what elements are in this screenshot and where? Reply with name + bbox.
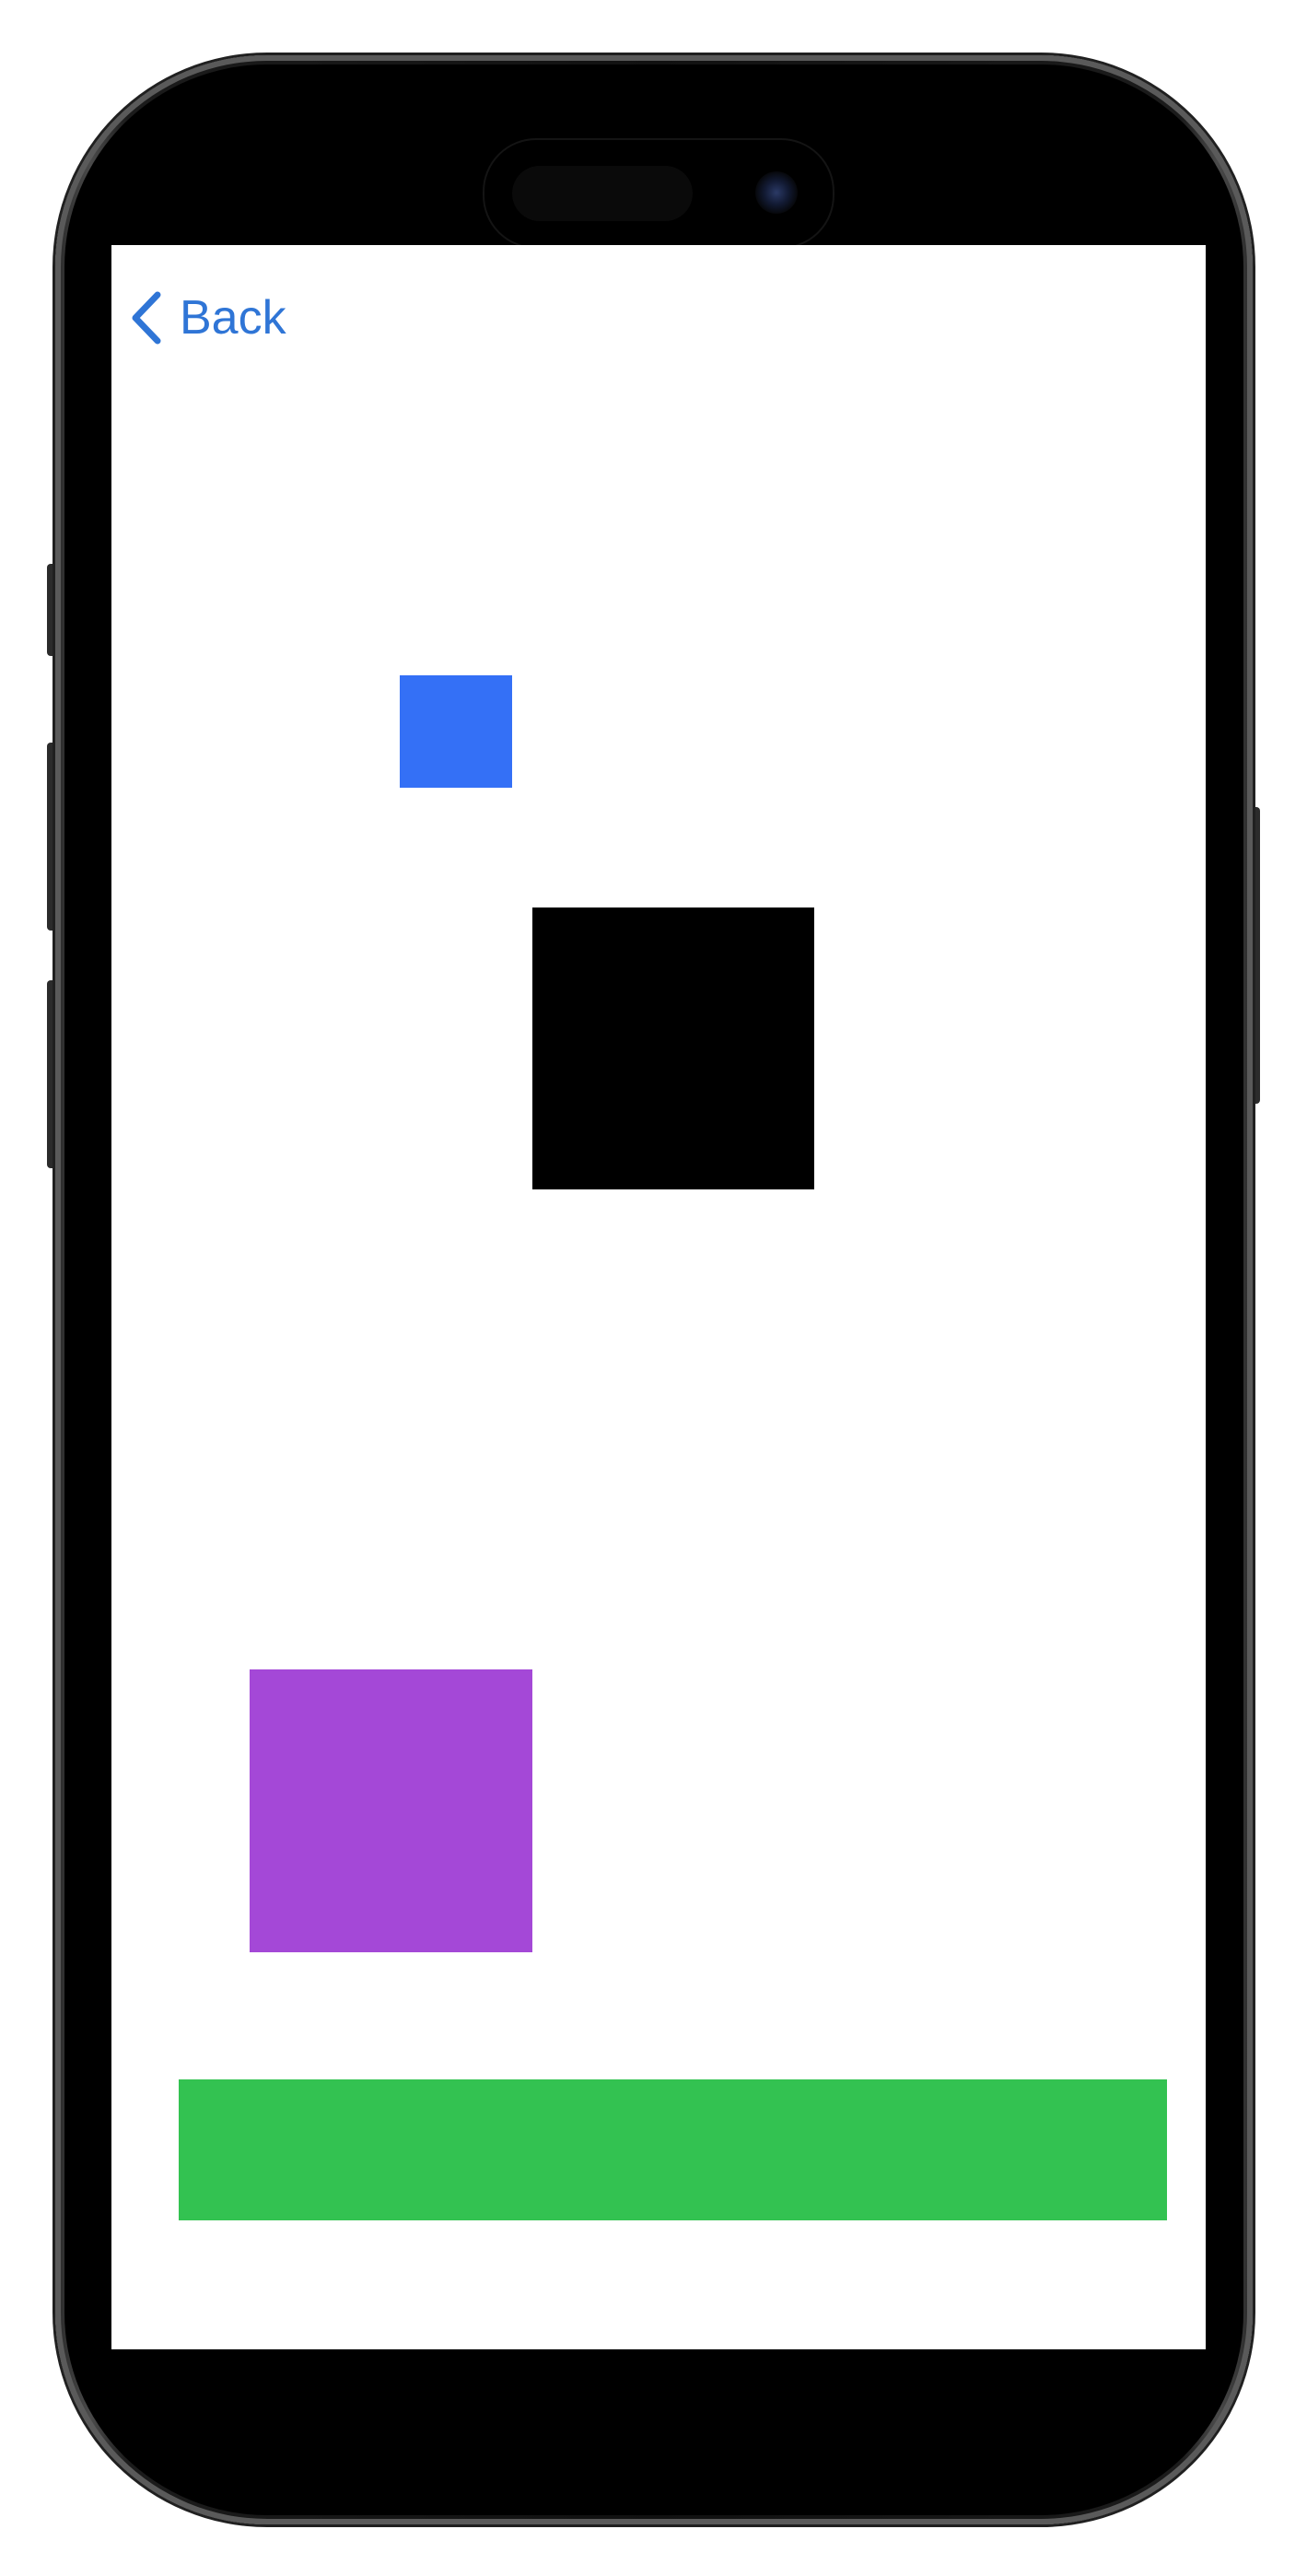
dynamic-island — [483, 138, 834, 249]
back-button[interactable]: Back — [128, 286, 286, 350]
island-sensor — [512, 166, 693, 221]
app-screen: Back — [111, 245, 1206, 2349]
chevron-left-icon — [132, 291, 161, 345]
back-button-label: Back — [180, 291, 286, 345]
black-square[interactable] — [532, 907, 814, 1189]
front-camera — [755, 171, 798, 214]
device-mockup: Back — [0, 0, 1307, 2576]
blue-square[interactable] — [400, 675, 512, 788]
purple-square[interactable] — [250, 1669, 532, 1952]
green-bar[interactable] — [179, 2079, 1167, 2220]
